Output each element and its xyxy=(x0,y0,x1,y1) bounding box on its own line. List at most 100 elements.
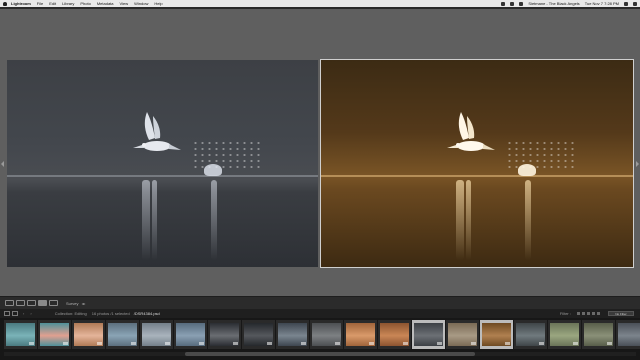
filter-label: Filter : xyxy=(559,311,571,316)
menu-library[interactable]: Library xyxy=(62,1,74,6)
survey-view-icon[interactable] xyxy=(38,300,47,306)
gull-figure xyxy=(447,112,495,151)
forward-arrow-icon[interactable]: › xyxy=(30,311,31,316)
search-icon[interactable] xyxy=(624,1,628,6)
splash-droplets xyxy=(506,140,576,170)
survey-work-area xyxy=(0,9,640,296)
filmstrip-filename: /DSR4384.psd xyxy=(133,311,160,316)
filmstrip-thumbnail[interactable] xyxy=(276,320,309,349)
menu-user[interactable]: Sietmane - The Black Angels xyxy=(528,1,579,6)
gull-figure xyxy=(133,112,181,151)
status-icon[interactable] xyxy=(501,1,506,6)
thumbnail-image xyxy=(618,323,640,346)
edited-badge-icon xyxy=(199,342,204,345)
filmstrip-thumbnail[interactable] xyxy=(378,320,411,349)
grid-toggle-icon[interactable] xyxy=(12,311,18,316)
menu-edit[interactable]: Edit xyxy=(49,1,56,6)
edited-badge-icon xyxy=(267,342,272,345)
flag-filter-icon[interactable] xyxy=(577,312,580,315)
menu-view[interactable]: View xyxy=(120,1,129,6)
edited-badge-icon xyxy=(607,342,612,345)
menu-app-name[interactable]: Lightroom xyxy=(11,1,31,6)
filmstrip-count: 16 photos /1 selected xyxy=(91,311,130,316)
filmstrip-source[interactable]: Collection: Editing xyxy=(55,311,87,316)
back-arrow-icon[interactable]: ‹ xyxy=(23,311,24,316)
splash xyxy=(518,164,536,176)
edited-badge-icon xyxy=(233,342,238,345)
filmstrip-thumbnail[interactable] xyxy=(582,320,615,349)
filmstrip-thumbnail[interactable] xyxy=(446,320,479,349)
bird-reflection xyxy=(152,180,157,260)
filmstrip-thumbnail[interactable] xyxy=(412,320,445,349)
splash-droplets xyxy=(192,140,262,170)
loupe-view-icon[interactable] xyxy=(16,300,25,306)
edited-badge-icon xyxy=(403,342,408,345)
filmstrip-thumbnail[interactable] xyxy=(480,320,513,349)
thumbnail-row xyxy=(4,320,640,350)
edited-badge-icon xyxy=(471,342,476,345)
filmstrip-thumbnail[interactable] xyxy=(242,320,275,349)
rating-filter-icon[interactable] xyxy=(592,312,595,315)
menu-photo[interactable]: Photo xyxy=(80,1,90,6)
filmstrip xyxy=(0,318,640,360)
filmstrip-thumbnail[interactable] xyxy=(38,320,71,349)
filmstrip-thumbnail[interactable] xyxy=(616,320,640,349)
mac-menu-bar: Lightroom File Edit Library Photo Metada… xyxy=(0,0,640,7)
people-view-icon[interactable] xyxy=(49,300,58,306)
filmstrip-thumbnail[interactable] xyxy=(106,320,139,349)
edited-badge-icon xyxy=(131,342,136,345)
filmstrip-thumbnail[interactable] xyxy=(548,320,581,349)
filmstrip-thumbnail[interactable] xyxy=(514,320,547,349)
compare-view-icon[interactable] xyxy=(27,300,36,306)
edited-badge-icon xyxy=(301,342,306,345)
edited-badge-icon xyxy=(573,342,578,345)
splash xyxy=(204,164,222,176)
filmstrip-header: ‹ › Collection: Editing 16 photos /1 sel… xyxy=(0,309,640,318)
edited-badge-icon xyxy=(63,342,68,345)
edited-badge-icon xyxy=(437,342,442,345)
toolbar-options-icon[interactable]: ◂▸ xyxy=(81,301,85,306)
edited-badge-icon xyxy=(97,342,102,345)
grid-view-icon[interactable] xyxy=(5,300,14,306)
right-panel-toggle-icon[interactable] xyxy=(636,161,639,167)
menu-help[interactable]: Help xyxy=(154,1,162,6)
bird-reflection xyxy=(456,180,464,260)
filmstrip-thumbnail[interactable] xyxy=(140,320,173,349)
splash-reflection xyxy=(525,180,531,260)
photo-after-selected[interactable] xyxy=(320,59,634,268)
menu-file[interactable]: File xyxy=(37,1,43,6)
edited-badge-icon xyxy=(369,342,374,345)
flag-filter-icon[interactable] xyxy=(582,312,585,315)
photo-before[interactable] xyxy=(7,60,318,267)
wifi-icon[interactable] xyxy=(519,1,524,6)
filmstrip-thumbnail[interactable] xyxy=(310,320,343,349)
left-panel-toggle-icon[interactable] xyxy=(1,161,4,167)
secondary-display-icon[interactable] xyxy=(4,311,10,316)
filmstrip-thumbnail[interactable] xyxy=(344,320,377,349)
filmstrip-thumbnail[interactable] xyxy=(208,320,241,349)
filter-dropdown[interactable]: No Filter xyxy=(608,311,634,316)
edited-badge-icon xyxy=(335,342,340,345)
view-mode-label: Survey xyxy=(66,300,79,306)
filmstrip-thumbnail[interactable] xyxy=(4,320,37,349)
filmstrip-scrollbar-thumb[interactable] xyxy=(185,352,475,356)
edited-badge-icon xyxy=(505,342,510,345)
edited-badge-icon xyxy=(165,342,170,345)
menu-clock[interactable]: Tue Nov 7 7:28 PM xyxy=(585,1,619,6)
list-icon[interactable] xyxy=(633,1,637,6)
rating-filter-icon[interactable] xyxy=(587,312,590,315)
menu-window[interactable]: Window xyxy=(134,1,148,6)
menu-metadata[interactable]: Metadata xyxy=(97,1,114,6)
edited-badge-icon xyxy=(539,342,544,345)
filmstrip-thumbnail[interactable] xyxy=(174,320,207,349)
splash-reflection xyxy=(211,180,217,260)
filmstrip-thumbnail[interactable] xyxy=(72,320,105,349)
water-line xyxy=(7,175,318,177)
bird-reflection xyxy=(466,180,471,260)
color-filter-icon[interactable] xyxy=(597,312,600,315)
bird-reflection xyxy=(142,180,150,260)
view-toolbar: Survey ◂▸ xyxy=(0,296,640,309)
water-line xyxy=(321,175,633,177)
status-icon[interactable] xyxy=(510,1,515,6)
apple-icon[interactable] xyxy=(3,1,7,6)
